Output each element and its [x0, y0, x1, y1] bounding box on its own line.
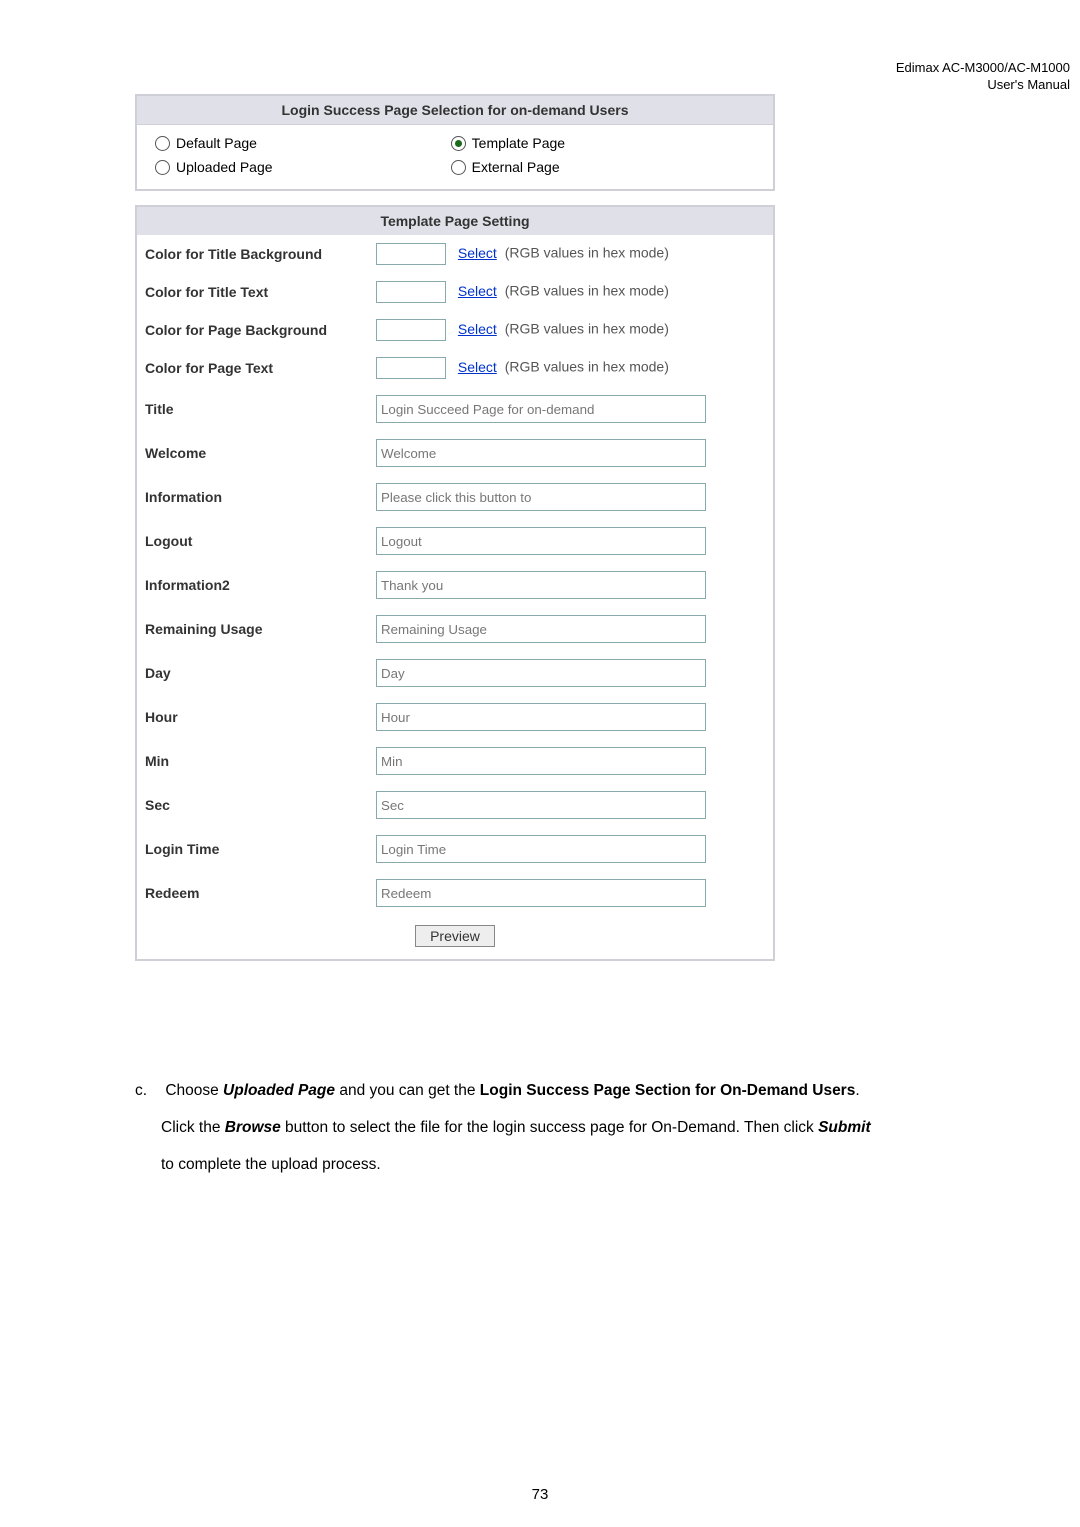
label-welcome: Welcome — [136, 431, 368, 475]
select-link-ctb[interactable]: Select — [458, 245, 497, 261]
label-day: Day — [136, 651, 368, 695]
radio-uploaded-page[interactable]: Uploaded Page — [147, 159, 451, 175]
hint-ctt: (RGB values in hex mode) — [505, 283, 669, 299]
input-information2[interactable] — [376, 571, 706, 599]
radio-unchecked-icon — [155, 136, 170, 151]
label-title: Title — [136, 387, 368, 431]
radio-default-page[interactable]: Default Page — [147, 135, 451, 151]
input-information[interactable] — [376, 483, 706, 511]
input-login-time[interactable] — [376, 835, 706, 863]
label-information2: Information2 — [136, 563, 368, 607]
radio-template-page[interactable]: Template Page — [451, 135, 747, 151]
selection-header: Login Success Page Selection for on-dema… — [136, 95, 774, 125]
config-screenshot: Login Success Page Selection for on-dema… — [135, 94, 775, 961]
login-success-selection-table: Login Success Page Selection for on-dema… — [135, 94, 775, 191]
radio-unchecked-icon — [155, 160, 170, 175]
para-b3: Browse — [225, 1119, 281, 1136]
hint-ctb: (RGB values in hex mode) — [505, 245, 669, 261]
page-number: 73 — [0, 1486, 1080, 1503]
radio-default-page-label: Default Page — [176, 135, 257, 151]
input-remaining-usage[interactable] — [376, 615, 706, 643]
radio-template-page-label: Template Page — [472, 135, 565, 151]
radio-unchecked-icon — [451, 160, 466, 175]
radio-checked-icon — [451, 136, 466, 151]
radio-dot-icon — [455, 140, 462, 147]
label-logout: Logout — [136, 519, 368, 563]
para-t2: and you can get the — [335, 1082, 480, 1099]
input-day[interactable] — [376, 659, 706, 687]
label-information: Information — [136, 475, 368, 519]
para-t4: button to select the file for the login … — [281, 1119, 818, 1136]
label-remaining-usage: Remaining Usage — [136, 607, 368, 651]
header-line-1: Edimax AC-M3000/AC-M1000 — [896, 60, 1070, 77]
label-color-title-text: Color for Title Text — [136, 273, 368, 311]
manual-paragraph-c: c. Choose Uploaded Page and you can get … — [135, 1072, 1040, 1184]
input-color-page-text[interactable] — [376, 357, 446, 379]
list-letter-c: c. — [135, 1072, 161, 1109]
para-t3-part1: . — [855, 1082, 859, 1099]
hint-cpb: (RGB values in hex mode) — [505, 321, 669, 337]
template-header: Template Page Setting — [136, 206, 774, 235]
radio-external-page[interactable]: External Page — [451, 159, 747, 175]
para-t3: Click the — [161, 1119, 225, 1136]
template-page-setting-table: Template Page Setting Color for Title Ba… — [135, 205, 775, 961]
para-b4: Submit — [818, 1119, 871, 1136]
header-right: Edimax AC-M3000/AC-M1000 User's Manual — [896, 60, 1070, 94]
input-sec[interactable] — [376, 791, 706, 819]
label-color-page-text: Color for Page Text — [136, 349, 368, 387]
input-min[interactable] — [376, 747, 706, 775]
label-redeem: Redeem — [136, 871, 368, 915]
para-b2: Login Success Page Section for On-Demand… — [480, 1082, 856, 1099]
para-t1: Choose — [165, 1082, 223, 1099]
label-color-page-bg: Color for Page Background — [136, 311, 368, 349]
preview-button[interactable]: Preview — [415, 925, 495, 947]
input-hour[interactable] — [376, 703, 706, 731]
select-link-cpb[interactable]: Select — [458, 321, 497, 337]
input-color-title-bg[interactable] — [376, 243, 446, 265]
select-link-ctt[interactable]: Select — [458, 283, 497, 299]
input-title[interactable] — [376, 395, 706, 423]
header-line-2: User's Manual — [896, 77, 1070, 94]
select-link-cpt[interactable]: Select — [458, 359, 497, 375]
label-login-time: Login Time — [136, 827, 368, 871]
radio-external-page-label: External Page — [472, 159, 560, 175]
para-b1: Uploaded Page — [223, 1082, 335, 1099]
label-sec: Sec — [136, 783, 368, 827]
input-welcome[interactable] — [376, 439, 706, 467]
label-hour: Hour — [136, 695, 368, 739]
label-min: Min — [136, 739, 368, 783]
hint-cpt: (RGB values in hex mode) — [505, 359, 669, 375]
input-color-page-bg[interactable] — [376, 319, 446, 341]
input-redeem[interactable] — [376, 879, 706, 907]
label-color-title-bg: Color for Title Background — [136, 235, 368, 273]
para-t5: to complete the upload process. — [161, 1156, 381, 1173]
input-color-title-text[interactable] — [376, 281, 446, 303]
radio-uploaded-page-label: Uploaded Page — [176, 159, 273, 175]
input-logout[interactable] — [376, 527, 706, 555]
